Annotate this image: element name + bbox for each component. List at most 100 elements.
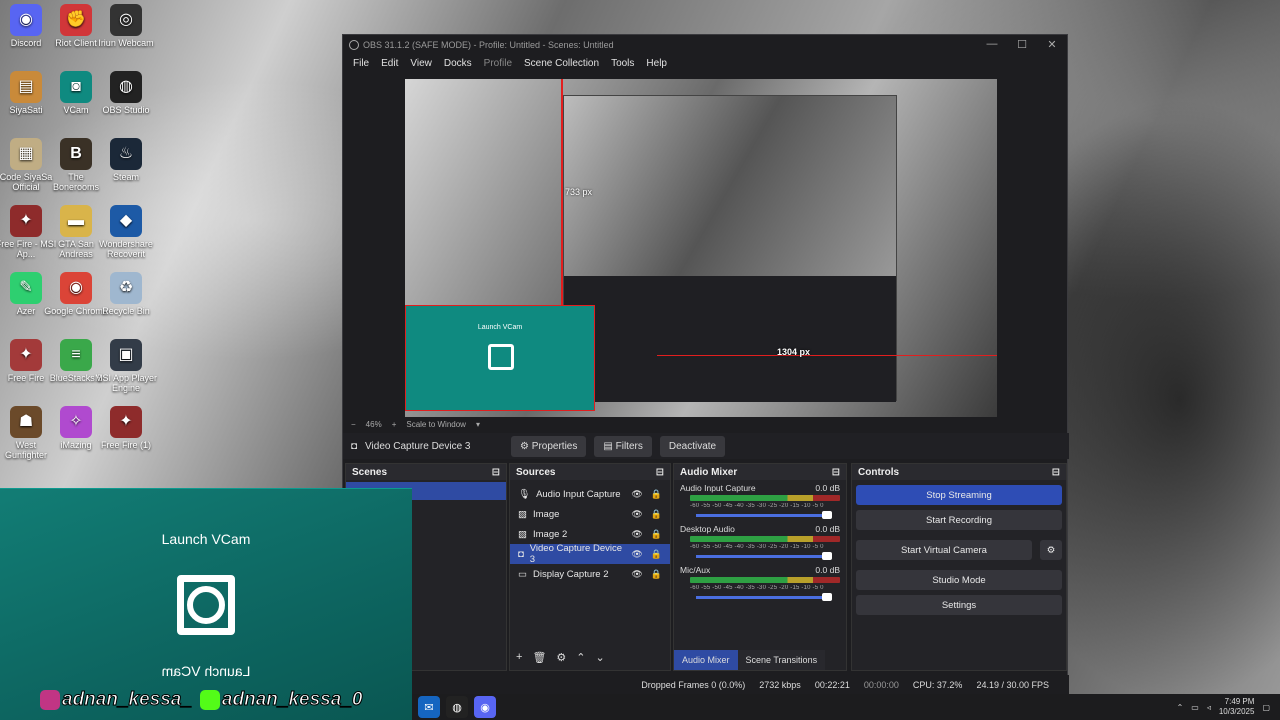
visibility-eye-icon[interactable]: 👁 xyxy=(631,489,642,500)
desktop-icon-label: Iriun Webcam xyxy=(98,38,154,48)
menu-file[interactable]: File xyxy=(347,58,375,69)
add-source-button[interactable]: + xyxy=(516,651,522,664)
desktop-icon[interactable]: ◆ Wondershare Recoverit xyxy=(94,205,158,259)
mini-vcam-icon xyxy=(488,344,514,370)
preview-toolbar: − 46% + Scale to Window ▾ xyxy=(343,417,1069,431)
status-bar: Dropped Frames 0 (0.0%) 2732 kbps 00:22:… xyxy=(343,675,1069,695)
dock-undock-icon[interactable]: ⊟ xyxy=(492,467,500,478)
desktop-icon[interactable]: ♨ Steam xyxy=(94,138,158,182)
image-icon: ▨ xyxy=(518,508,527,520)
sources-list: 🎙 Audio Input Capture 👁 🔒 ▨ Image 👁 🔒 ▨ Image 2 👁 🔒… xyxy=(510,484,670,584)
volume-icon[interactable]: ◃ xyxy=(1207,703,1211,712)
settings-button[interactable]: Settings xyxy=(856,595,1062,615)
obs-window: OBS 31.1.2 (SAFE MODE) - Profile: Untitl… xyxy=(342,34,1069,695)
clock-date[interactable]: 10/3/2025 xyxy=(1219,707,1255,717)
volume-slider[interactable] xyxy=(696,593,832,601)
controls-dock: Controls ⊟ Stop Streaming Start Recording… xyxy=(851,463,1067,671)
measure-label-horizontal: 1304 px xyxy=(777,347,811,357)
move-down-button[interactable]: ⌄ xyxy=(596,651,605,664)
desktop-icon[interactable]: ♻ Recycle Bin xyxy=(94,272,158,316)
move-up-button[interactable]: ⌃ xyxy=(576,651,585,664)
obs-taskbar-icon[interactable]: ◍ xyxy=(446,696,468,718)
menu-scene-collection[interactable]: Scene Collection xyxy=(518,58,605,69)
chevron-up-icon[interactable]: ⌃ xyxy=(1177,703,1184,712)
clock-time[interactable]: 7:49 PM xyxy=(1219,697,1255,707)
title-bar[interactable]: OBS 31.1.2 (SAFE MODE) - Profile: Untitl… xyxy=(343,35,1067,54)
rec-timer: 00:00:00 xyxy=(863,680,899,690)
desktop-icon-label: Free Fire (1) xyxy=(100,440,151,450)
source-item[interactable]: ◘ Video Capture Device 3 👁 🔒 xyxy=(510,543,670,565)
visibility-eye-icon[interactable]: 👁 xyxy=(631,509,642,520)
visibility-eye-icon[interactable]: 👁 xyxy=(631,529,642,540)
maximize-button[interactable]: ☐ xyxy=(1007,38,1037,51)
launch-vcam-mirrored: Launch VCam xyxy=(161,663,251,679)
controls-title: Controls xyxy=(858,467,900,478)
visibility-eye-icon[interactable]: 👁 xyxy=(631,549,642,560)
meter-ticks: -60 -55 -50 -45 -40 -35 -30 -25 -20 -15 … xyxy=(690,503,824,509)
source-item[interactable]: 🎙 Audio Input Capture 👁 🔒 xyxy=(510,484,670,504)
folder-icon: ▬ xyxy=(60,205,92,237)
properties-button[interactable]: ⚙ Properties xyxy=(511,435,587,457)
discord-taskbar-icon[interactable]: ◉ xyxy=(474,696,496,718)
desktop-icon[interactable]: ◍ OBS Studio xyxy=(94,71,158,115)
lock-icon[interactable]: 🔒 xyxy=(651,549,662,560)
track-db: 0.0 dB xyxy=(815,483,840,493)
zoom-out-button[interactable]: − xyxy=(351,420,356,429)
source-item[interactable]: ▭ Display Capture 2 👁 🔒 xyxy=(510,564,670,584)
menu-edit[interactable]: Edit xyxy=(375,58,404,69)
menu-help[interactable]: Help xyxy=(640,58,673,69)
tab-audio-mixer[interactable]: Audio Mixer xyxy=(674,650,738,670)
freefire-icon: ✦ xyxy=(10,339,42,371)
source-settings-button[interactable]: ⚙ xyxy=(556,651,566,664)
menu-tools[interactable]: Tools xyxy=(605,58,640,69)
source-item[interactable]: ▨ Image 👁 🔒 xyxy=(510,504,670,524)
selected-source-bounds[interactable]: Launch VCam xyxy=(405,305,595,411)
dock-undock-icon[interactable]: ⊟ xyxy=(832,467,840,478)
menu-profile[interactable]: Profile xyxy=(478,58,518,69)
deactivate-button[interactable]: Deactivate xyxy=(659,435,726,457)
desktop-icon[interactable]: ▣ MSI App Player Engine xyxy=(94,339,158,393)
dock-undock-icon[interactable]: ⊟ xyxy=(1052,467,1060,478)
network-icon[interactable]: ▭ xyxy=(1191,703,1199,712)
zoom-in-button[interactable]: + xyxy=(392,420,397,429)
menu-bar: File Edit View Docks Profile Scene Colle… xyxy=(343,54,1067,72)
start-recording-button[interactable]: Start Recording xyxy=(856,510,1062,530)
volume-slider[interactable] xyxy=(696,552,832,560)
source-name: Video Capture Device 3 xyxy=(529,543,622,565)
desktop-icon[interactable]: ◎ Iriun Webcam xyxy=(94,4,158,48)
chevron-down-icon[interactable]: ▾ xyxy=(476,420,480,429)
lock-icon[interactable]: 🔒 xyxy=(651,529,662,540)
virtual-camera-settings-icon[interactable]: ⚙ xyxy=(1040,540,1062,560)
remove-source-button[interactable]: 🗑 xyxy=(532,651,546,664)
menu-view[interactable]: View xyxy=(404,58,438,69)
visibility-eye-icon[interactable]: 👁 xyxy=(631,569,642,580)
source-name: Image 2 xyxy=(532,528,568,540)
lock-icon[interactable]: 🔒 xyxy=(651,489,662,500)
tab-scene-transitions[interactable]: Scene Transitions xyxy=(737,650,826,670)
vcam-logo-icon xyxy=(177,575,235,635)
scale-select[interactable]: Scale to Window xyxy=(406,420,466,429)
source-name: Display Capture 2 xyxy=(532,568,609,580)
source-item[interactable]: ▨ Image 2 👁 🔒 xyxy=(510,524,670,544)
kick-icon xyxy=(199,689,220,710)
vcam-overlay: Launch VCam Launch VCam adnan_kessa_ adn… xyxy=(0,488,412,720)
dock-undock-icon[interactable]: ⊟ xyxy=(656,467,664,478)
filters-button[interactable]: ▤ Filters xyxy=(594,435,652,457)
outlook-icon[interactable]: ✉ xyxy=(418,696,440,718)
volume-slider[interactable] xyxy=(696,511,832,519)
social-handles: adnan_kessa_ adnan_kessa_0 xyxy=(40,689,363,711)
lock-icon[interactable]: 🔒 xyxy=(651,569,662,580)
lock-icon[interactable]: 🔒 xyxy=(651,509,662,520)
close-button[interactable]: ✕ xyxy=(1037,38,1067,51)
notifications-icon[interactable]: ▢ xyxy=(1262,703,1270,712)
preview-canvas[interactable]: 733 px 1304 px Launch VCam xyxy=(405,79,997,417)
minimize-button[interactable]: — xyxy=(977,38,1007,51)
desktop-icon[interactable]: ✦ Free Fire (1) xyxy=(94,406,158,450)
stop-streaming-button[interactable]: Stop Streaming xyxy=(856,485,1062,505)
mini-launch-label: Launch VCam xyxy=(477,324,523,331)
track-db: 0.0 dB xyxy=(815,524,840,534)
menu-docks[interactable]: Docks xyxy=(438,58,478,69)
discord-icon: ◉ xyxy=(10,4,42,36)
studio-mode-button[interactable]: Studio Mode xyxy=(856,570,1062,590)
start-virtual-camera-button[interactable]: Start Virtual Camera xyxy=(856,540,1032,560)
